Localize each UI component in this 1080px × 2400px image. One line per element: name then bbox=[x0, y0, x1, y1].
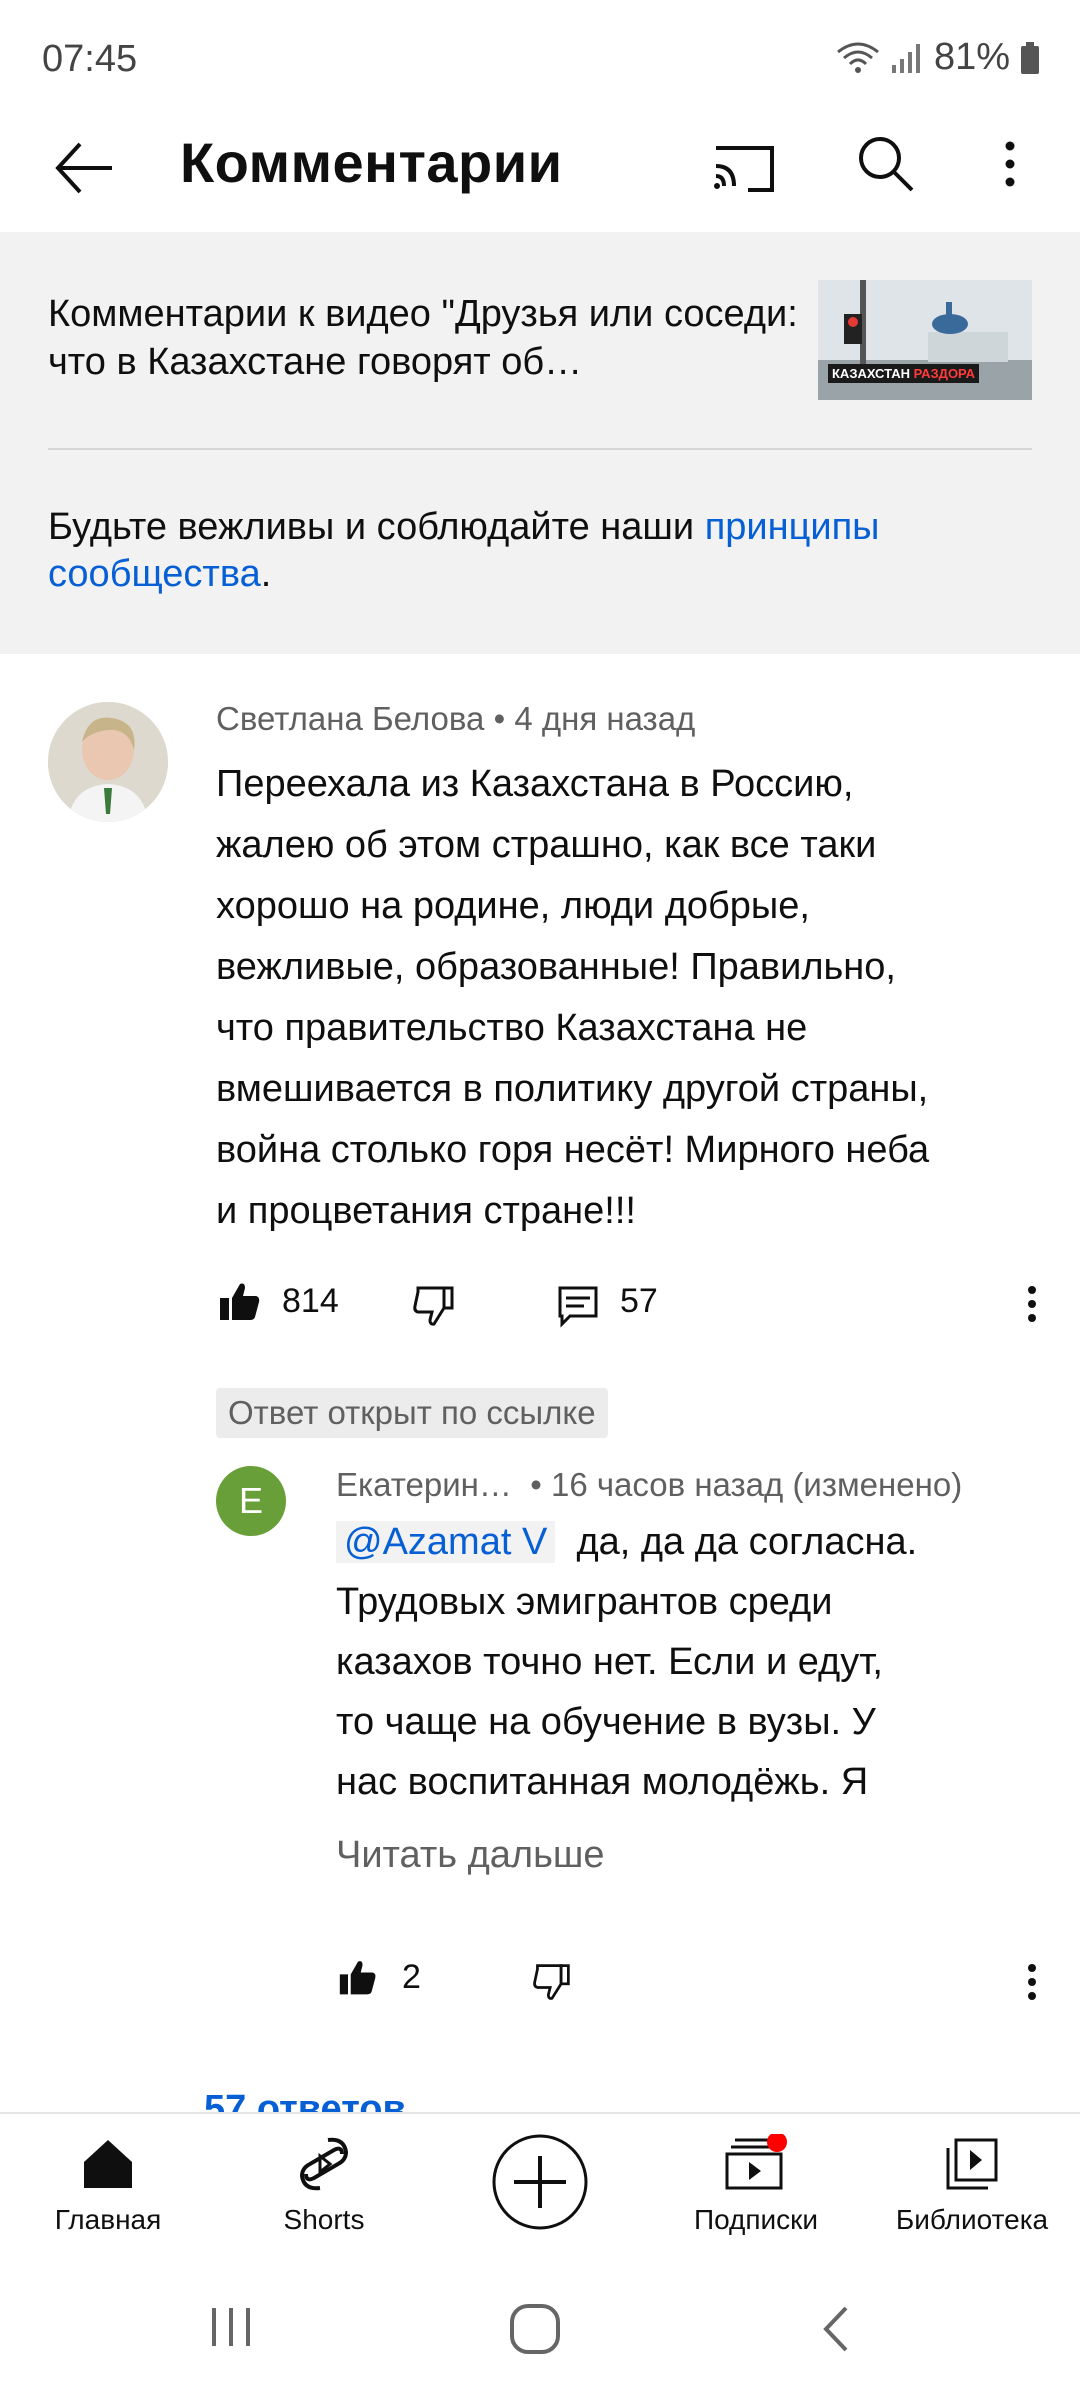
search-button[interactable] bbox=[850, 128, 922, 200]
more-vert-icon bbox=[1028, 1286, 1036, 1322]
video-thumbnail[interactable]: КАЗАХСТАН РАЗДОРА bbox=[818, 280, 1032, 400]
battery-icon bbox=[1021, 41, 1039, 74]
home-system-button[interactable] bbox=[508, 2302, 562, 2356]
comment-text: Переехала из Казахстана в Россию, жалею … bbox=[216, 763, 930, 1232]
cast-icon bbox=[714, 146, 774, 192]
mention-link[interactable]: @Azamat V bbox=[336, 1521, 556, 1563]
thumbs-up-icon bbox=[220, 1283, 260, 1320]
arrow-left-icon bbox=[55, 142, 112, 194]
like-count: 2 bbox=[402, 1958, 421, 1996]
battery-percent: 81% bbox=[933, 36, 1010, 78]
comment-actions: 814 57 bbox=[216, 1270, 1056, 1340]
comment-more-button[interactable] bbox=[1010, 1282, 1054, 1326]
avatar-image bbox=[48, 702, 168, 822]
reply-avatar[interactable]: E bbox=[216, 1466, 286, 1536]
more-vert-icon bbox=[1005, 141, 1015, 187]
divider bbox=[48, 448, 1032, 450]
back-chevron-icon bbox=[823, 2306, 848, 2352]
community-guidelines-notice: Будьте вежливы и соблюдайте наши принцип… bbox=[48, 506, 880, 595]
comment-time: 4 дня назад bbox=[514, 700, 696, 737]
status-bar: 07:45 81% bbox=[0, 0, 1080, 120]
back-button[interactable] bbox=[50, 132, 120, 202]
add-icon bbox=[492, 2134, 588, 2230]
reply-meta: Екатерин… • 16 часов назад (изменено) bbox=[336, 1466, 963, 1503]
reply-author[interactable]: Екатерин… bbox=[336, 1466, 512, 1503]
page-title: Комментарии bbox=[180, 131, 563, 194]
thumbs-down-icon bbox=[413, 1286, 454, 1326]
library-icon bbox=[946, 2138, 998, 2190]
bottom-navigation: Главная Shorts Подписки Библиотека bbox=[0, 2112, 1080, 2272]
more-options-button[interactable] bbox=[990, 128, 1030, 200]
thumbnail-caption: КАЗАХСТАН РАЗДОРА bbox=[828, 364, 979, 383]
home-icon bbox=[84, 2140, 132, 2188]
back-system-button[interactable] bbox=[816, 2302, 856, 2356]
recents-icon bbox=[212, 2308, 250, 2346]
read-more-link[interactable]: Читать дальше bbox=[336, 1834, 605, 1877]
nav-shorts[interactable]: Shorts bbox=[224, 2134, 424, 2236]
comment-icon bbox=[558, 1286, 598, 1328]
cast-button[interactable] bbox=[708, 130, 780, 202]
thumbs-up-icon bbox=[339, 1961, 376, 1995]
replies-button[interactable] bbox=[556, 1284, 600, 1328]
reply-actions: 2 bbox=[336, 1948, 1056, 2018]
comments-header: Комментарии к видео "Друзья или соседи: … bbox=[0, 232, 1080, 654]
search-icon bbox=[859, 137, 914, 192]
thumbs-down-icon bbox=[533, 1964, 570, 2000]
more-vert-icon bbox=[1028, 1964, 1036, 2000]
nav-library[interactable]: Библиотека bbox=[872, 2134, 1072, 2236]
dislike-button[interactable] bbox=[412, 1284, 456, 1328]
subscriptions-icon bbox=[725, 2134, 787, 2190]
shorts-icon bbox=[299, 2137, 349, 2191]
status-time: 07:45 bbox=[42, 38, 138, 80]
linked-reply-badge: Ответ открыт по ссылке bbox=[216, 1388, 608, 1438]
reply-count: 57 bbox=[620, 1282, 658, 1320]
dislike-button[interactable] bbox=[532, 1962, 576, 2006]
like-count: 814 bbox=[282, 1282, 339, 1320]
like-button[interactable] bbox=[218, 1280, 262, 1324]
status-icons: 81% bbox=[836, 36, 1040, 79]
comment-author[interactable]: Светлана Белова bbox=[216, 700, 484, 737]
nav-subscriptions[interactable]: Подписки bbox=[656, 2134, 856, 2236]
wifi-icon bbox=[837, 42, 879, 73]
reply-more-button[interactable] bbox=[1010, 1960, 1054, 2004]
reply-text: @Azamat V да, да да согласна. Трудовых э… bbox=[336, 1521, 918, 1803]
like-button[interactable] bbox=[338, 1958, 382, 2002]
reply-time: 16 часов назад (изменено) bbox=[550, 1466, 963, 1503]
nav-home[interactable]: Главная bbox=[8, 2134, 208, 2236]
create-button[interactable] bbox=[440, 2132, 640, 2232]
home-circle-icon bbox=[510, 2304, 560, 2354]
video-title[interactable]: Комментарии к видео "Друзья или соседи: … bbox=[48, 290, 808, 386]
comment-meta: Светлана Белова • 4 дня назад bbox=[216, 700, 696, 737]
signal-icon bbox=[891, 43, 920, 73]
recents-button[interactable] bbox=[206, 2302, 256, 2352]
avatar[interactable] bbox=[48, 702, 168, 822]
system-navigation-bar bbox=[0, 2272, 1080, 2400]
app-bar: Комментарии bbox=[0, 120, 1080, 232]
